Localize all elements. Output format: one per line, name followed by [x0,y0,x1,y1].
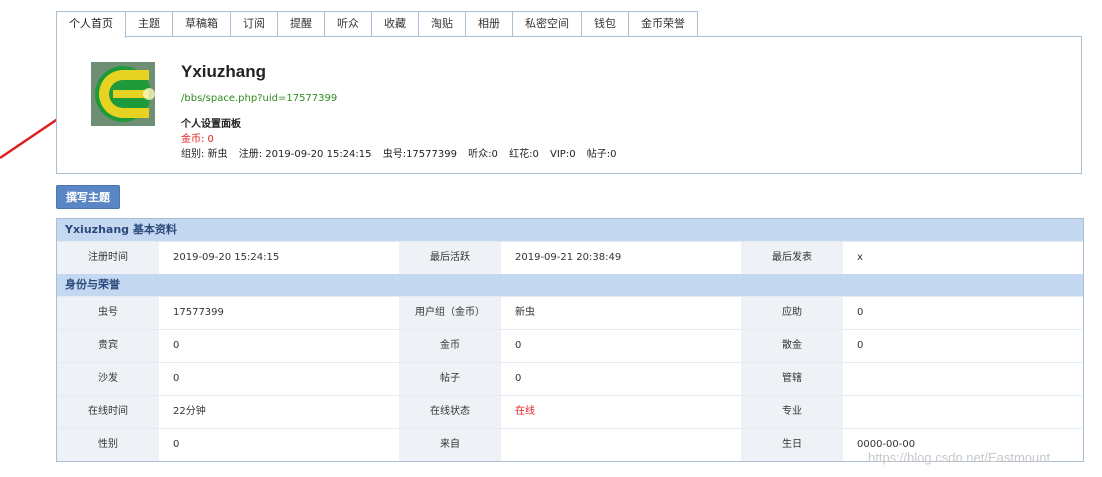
tab-wallet[interactable]: 钱包 [581,11,629,36]
watermark: https://blog.csdn.net/Eastmount [868,450,1051,465]
cell-value [843,396,1083,428]
cell-value: 0 [515,340,522,351]
cell-label: 来自 [399,429,501,461]
cell-label: 管辖 [741,363,843,395]
cell-label: 性别 [57,429,159,461]
avatar[interactable] [91,62,155,126]
tab-topics[interactable]: 主题 [125,11,173,36]
tab-subscriptions[interactable]: 订阅 [230,11,278,36]
cell-label: 贵宾 [57,330,159,362]
cell-value: 17577399 [173,307,224,318]
cell-value: 0 [173,439,180,450]
cell-label: 生日 [741,429,843,461]
last-post-value: x [857,252,863,263]
tab-collections[interactable]: 淘贴 [418,11,466,36]
profile-username: Yxiuzhang [181,62,267,81]
tab-favorites[interactable]: 收藏 [371,11,419,36]
cell-value [501,429,741,461]
table-row: 贵宾 0 金币 0 散金 0 [57,329,1083,362]
cell-label: 帖子 [399,363,501,395]
avatar-logo-icon [91,62,155,126]
stat-group: 组别: 新虫 [181,149,228,160]
cell-label: 专业 [741,396,843,428]
cell-value: 0 [173,340,180,351]
cell-value: 0 [857,307,864,318]
stat-posts: 帖子:0 [586,149,617,160]
profile-info-panel: Yxiuzhang 基本资料 注册时间 2019-09-20 15:24:15 … [56,218,1084,462]
online-status-value: 在线 [515,406,535,417]
gold-balance: 金币: 0 [181,134,214,145]
cell-label: 用户组（金币） [399,297,501,329]
table-row: 在线时间 22分钟 在线状态 在线 专业 [57,395,1083,428]
cell-label: 沙发 [57,363,159,395]
last-active-label: 最后活跃 [399,242,501,274]
tab-home[interactable]: 个人首页 [56,11,126,38]
table-row: 沙发 0 帖子 0 管辖 [57,362,1083,395]
cell-value: 0 [857,340,864,351]
cell-label: 虫号 [57,297,159,329]
cell-label: 在线状态 [399,396,501,428]
tab-reminders[interactable]: 提醒 [277,11,325,36]
tab-album[interactable]: 相册 [465,11,513,36]
cell-value: 22分钟 [173,406,206,417]
cell-value [843,363,1083,395]
tab-private-space[interactable]: 私密空间 [512,11,582,36]
cell-label: 在线时间 [57,396,159,428]
profile-link[interactable]: /bbs/space.php?uid=17577399 [181,93,337,104]
profile-tabs: 个人首页 主题 草稿箱 订阅 提醒 听众 收藏 淘贴 相册 私密空间 钱包 金币… [56,11,698,38]
tab-drafts[interactable]: 草稿箱 [172,11,231,36]
stat-bug-no: 虫号:17577399 [382,149,457,160]
last-post-label: 最后发表 [741,242,843,274]
settings-panel-link[interactable]: 个人设置面板 [181,115,241,130]
tab-gold-honor[interactable]: 金币荣誉 [628,11,698,36]
cell-value: 新虫 [515,307,535,318]
identity-honor-title: 身份与荣誉 [57,274,1083,296]
profile-stats: 组别: 新虫 注册: 2019-09-20 15:24:15 虫号:175773… [181,145,625,160]
reg-time-value: 2019-09-20 15:24:15 [173,252,280,263]
last-active-value: 2019-09-21 20:38:49 [515,252,622,263]
cell-value: 0 [173,373,180,384]
profile-card: Yxiuzhang /bbs/space.php?uid=17577399 个人… [56,36,1082,174]
cell-value: 0 [515,373,522,384]
basic-info-title: Yxiuzhang 基本资料 [57,219,1083,241]
stat-flowers: 红花:0 [509,149,539,160]
cell-label: 金币 [399,330,501,362]
cell-label: 散金 [741,330,843,362]
stat-listeners: 听众:0 [468,149,498,160]
reg-time-label: 注册时间 [57,242,159,274]
tab-listeners[interactable]: 听众 [324,11,372,36]
cell-label: 应助 [741,297,843,329]
write-topic-button[interactable]: 撰写主题 [56,185,120,209]
stat-vip: VIP:0 [550,149,576,160]
table-row: 注册时间 2019-09-20 15:24:15 最后活跃 2019-09-21… [57,241,1083,274]
table-row: 虫号 17577399 用户组（金币） 新虫 应助 0 [57,296,1083,329]
stat-registered: 注册: 2019-09-20 15:24:15 [238,149,372,160]
